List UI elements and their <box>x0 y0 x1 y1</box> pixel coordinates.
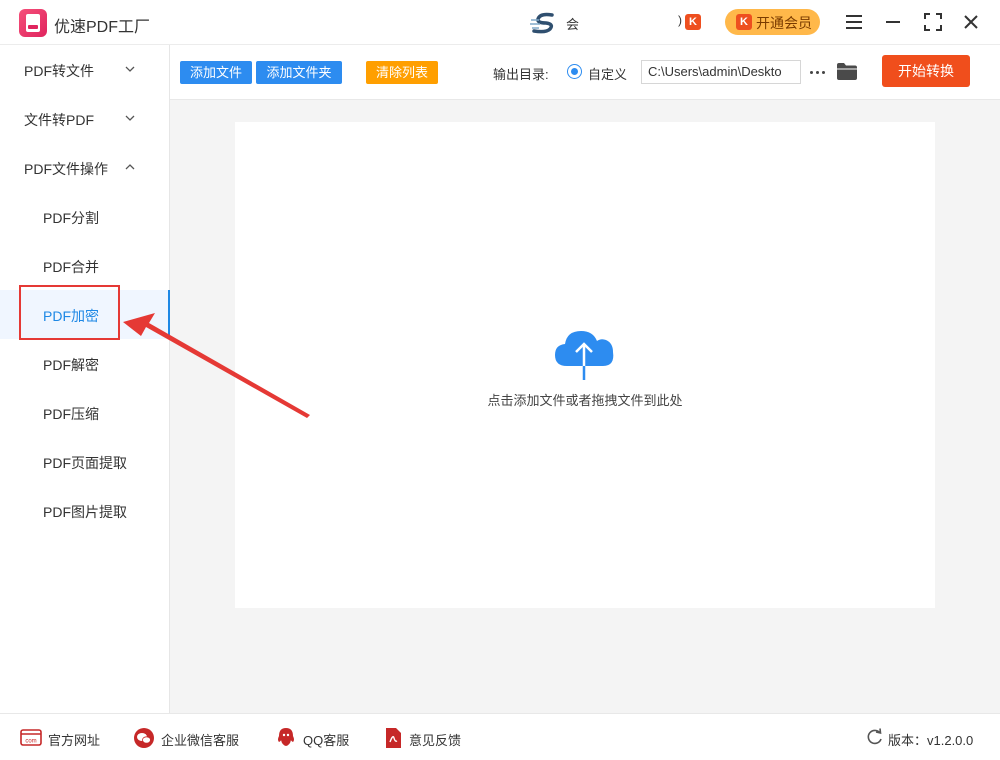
qq-icon <box>278 728 294 746</box>
k-logo-icon: K <box>685 14 701 30</box>
folder-icon[interactable] <box>836 62 858 81</box>
sidebar-item-pdf-merge[interactable]: PDF合并 <box>0 241 170 290</box>
version-label: 版本：v1.2.0.0 <box>888 733 974 748</box>
sidebar-item-pdf-page-extract[interactable]: PDF页面提取 <box>0 437 170 486</box>
sidebar-group-file-to-pdf[interactable]: 文件转PDF <box>0 94 170 143</box>
cloud-upload-icon <box>555 331 614 380</box>
start-convert-button[interactable]: 开始转换 <box>882 55 970 87</box>
k-badge[interactable]: ) K <box>678 13 702 30</box>
minimize-button[interactable] <box>881 10 905 34</box>
chevron-down-icon <box>125 66 135 72</box>
custom-radio-label[interactable]: 自定义 <box>588 64 627 83</box>
pdf-feedback-icon <box>386 728 401 748</box>
annotation-arrow <box>123 313 310 418</box>
app-title: 优速PDF工厂 <box>54 19 151 36</box>
maximize-button[interactable] <box>921 10 945 34</box>
wechat-icon <box>134 728 154 748</box>
sidebar-group-pdf-operations[interactable]: PDF文件操作 <box>0 143 170 192</box>
add-folder-button[interactable]: 添加文件夹 <box>256 61 342 84</box>
title-bar: 优速PDF工厂 会 ) K K 开通会员 <box>0 0 1000 45</box>
drop-hint-text: 点击添加文件或者拖拽文件到此处 <box>487 393 683 408</box>
refresh-icon[interactable] <box>866 727 884 747</box>
footer: com 官方网址 企业微信客服 QQ客服 意见反馈 版本：v1.2.0.0 <box>0 713 1000 760</box>
output-path-input[interactable]: C:\Users\admin\Deskto <box>641 60 801 84</box>
svg-text:com: com <box>25 739 36 745</box>
qq-service-link[interactable]: QQ客服 <box>275 727 360 749</box>
output-dir-label: 输出目录: <box>493 67 549 82</box>
app-logo-icon <box>19 9 47 37</box>
file-drop-zone[interactable]: 点击添加文件或者拖拽文件到此处 <box>235 122 935 608</box>
sidebar-group-pdf-to-file[interactable]: PDF转文件 <box>0 45 170 94</box>
chevron-up-icon <box>125 164 135 170</box>
sidebar-item-pdf-image-extract[interactable]: PDF图片提取 <box>0 486 170 535</box>
wechat-service-link[interactable]: 企业微信客服 <box>133 727 253 749</box>
k-logo-icon: K <box>736 14 752 30</box>
sidebar-item-pdf-split[interactable]: PDF分割 <box>0 192 170 241</box>
chevron-down-icon <box>125 115 135 121</box>
vip-button-label: 开通会员 <box>756 15 812 31</box>
website-icon: com <box>20 729 42 746</box>
vip-button[interactable]: K 开通会员 <box>725 9 820 35</box>
browse-more-button[interactable] <box>807 60 827 84</box>
add-file-button[interactable]: 添加文件 <box>180 61 252 84</box>
menu-button[interactable] <box>842 10 866 34</box>
toolbar: 添加文件 添加文件夹 清除列表 输出目录: 自定义 C:\Users\admin… <box>170 45 1000 100</box>
member-badge-text: 会 <box>566 17 580 32</box>
close-button[interactable] <box>959 10 983 34</box>
s-logo-icon <box>530 12 554 34</box>
highlight-box <box>19 285 120 340</box>
feedback-link[interactable]: 意见反馈 <box>383 727 473 749</box>
clear-list-button[interactable]: 清除列表 <box>366 61 438 84</box>
website-link[interactable]: com 官方网址 <box>20 727 110 749</box>
custom-radio[interactable] <box>567 64 582 79</box>
